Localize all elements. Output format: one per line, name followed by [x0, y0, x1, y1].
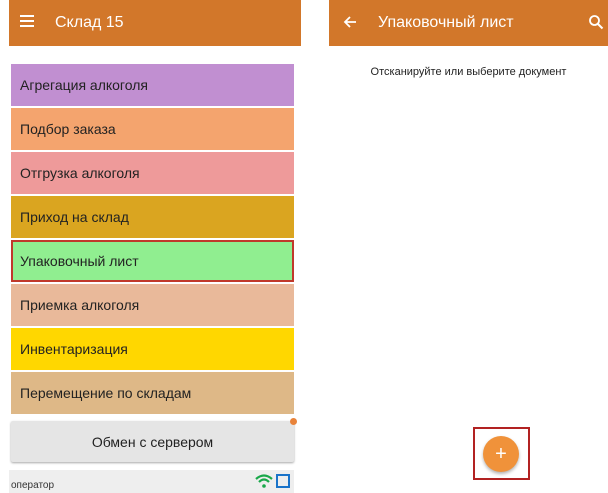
back-arrow-icon[interactable]	[343, 14, 357, 30]
menu-item[interactable]: Подбор заказа	[11, 108, 294, 150]
menu-item[interactable]: Приход на склад	[11, 196, 294, 238]
menu-item-label: Отгрузка алкоголя	[20, 165, 140, 181]
menu-item-label: Перемещение по складам	[20, 385, 192, 401]
wifi-icon	[255, 474, 273, 488]
scan-hint: Отсканируйте или выберите документ	[370, 66, 567, 78]
menu-item-label: Приемка алкоголя	[20, 297, 140, 313]
menu-item[interactable]: Отгрузка алкоголя	[11, 152, 294, 194]
screen-title: Упаковочный лист	[378, 14, 514, 31]
menu-item-label: Приход на склад	[20, 209, 129, 225]
add-document-button[interactable]: +	[483, 436, 519, 472]
menu-item[interactable]: Перемещение по складам	[11, 372, 294, 414]
app-title: Склад 15	[55, 14, 124, 31]
menu-item[interactable]: Инвентаризация	[11, 328, 294, 370]
menu-item[interactable]: Упаковочный лист	[11, 240, 294, 282]
app-bar: Упаковочный лист	[329, 0, 608, 46]
device-icon	[276, 474, 290, 488]
search-icon[interactable]	[588, 14, 604, 30]
menu-item-label: Инвентаризация	[20, 341, 128, 357]
right-screen: Упаковочный лист Отсканируйте или выбери…	[329, 0, 608, 493]
status-bar: оператор	[9, 470, 294, 493]
notification-badge	[290, 418, 297, 425]
operator-label: оператор	[11, 480, 55, 491]
menu-item[interactable]: Агрегация алкоголя	[11, 64, 294, 106]
sync-server-button[interactable]: Обмен с сервером	[11, 418, 297, 462]
menu-icon[interactable]	[20, 15, 34, 27]
menu-list: Агрегация алкоголя Подбор заказа Отгрузка …	[11, 64, 294, 416]
fab-highlight-frame: +	[473, 427, 530, 480]
menu-item-label: Упаковочный лист	[20, 253, 139, 269]
menu-item-label: Подбор заказа	[20, 121, 116, 137]
sync-button-label: Обмен с сервером	[91, 433, 214, 450]
menu-item[interactable]: Приемка алкоголя	[11, 284, 294, 326]
app-bar: Склад 15	[9, 0, 301, 46]
menu-item-label: Агрегация алкоголя	[20, 77, 148, 93]
left-screen: Склад 15 Агрегация алкоголя Подбор заказа…	[9, 0, 301, 493]
